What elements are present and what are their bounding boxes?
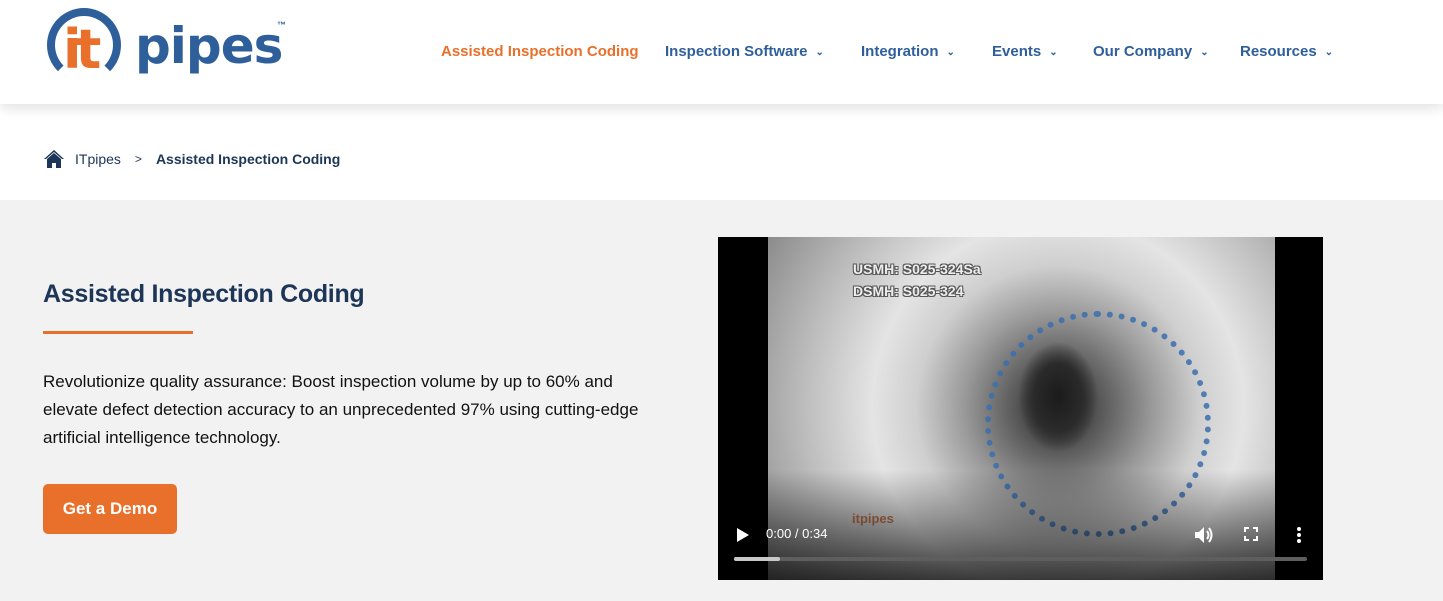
logo-wordmark: pipes — [135, 17, 283, 75]
video-progress-bar[interactable] — [734, 557, 1307, 561]
nav-label: Assisted Inspection Coding — [441, 43, 639, 60]
video-overlay-dsmh: DSMH: S025-324 — [853, 283, 964, 299]
video-player[interactable]: USMH: S025-324Sa DSMH: S025-324 itpipes … — [718, 237, 1323, 580]
volume-icon[interactable] — [1194, 526, 1214, 544]
home-icon[interactable] — [43, 149, 65, 169]
breadcrumb-section: ITpipes > Assisted Inspection Coding — [0, 104, 1443, 200]
video-time: 0:00 / 0:34 — [766, 526, 828, 541]
get-demo-button[interactable]: Get a Demo — [43, 484, 177, 534]
nav-label: Integration — [861, 43, 939, 60]
hero-section: Assisted Inspection Coding Revolutionize… — [0, 200, 1443, 601]
title-underline — [43, 331, 193, 334]
chevron-down-icon: ⌄ — [1324, 47, 1334, 58]
breadcrumb-current: Assisted Inspection Coding — [155, 151, 341, 167]
chevron-down-icon: ⌄ — [946, 47, 955, 58]
nav-label: Events — [992, 43, 1042, 60]
breadcrumb: ITpipes > Assisted Inspection Coding — [43, 148, 340, 170]
chevron-down-icon: ⌄ — [815, 47, 824, 58]
nav-label: Inspection Software — [665, 43, 808, 60]
nav-assisted-inspection-coding[interactable]: Assisted Inspection Coding — [441, 41, 639, 63]
play-icon[interactable] — [736, 527, 750, 543]
breadcrumb-separator: > — [134, 152, 142, 166]
nav-events[interactable]: Events ⌄ — [992, 41, 1058, 65]
more-options-icon[interactable] — [1296, 526, 1302, 544]
video-buffered-fill — [734, 557, 780, 561]
page-title: Assisted Inspection Coding — [43, 280, 365, 308]
breadcrumb-home-link[interactable]: ITpipes — [75, 151, 121, 167]
nav-inspection-software[interactable]: Inspection Software ⌄ — [665, 41, 824, 65]
logo-mark: it — [63, 18, 101, 81]
trademark-symbol: ™ — [277, 20, 286, 30]
nav-resources[interactable]: Resources ⌄ — [1240, 41, 1333, 65]
site-header: it pipes ™ Assisted Inspection Coding In… — [0, 0, 1443, 104]
nav-our-company[interactable]: Our Company ⌄ — [1093, 41, 1209, 65]
nav-label: Our Company — [1093, 43, 1193, 60]
video-controls: 0:00 / 0:34 — [718, 510, 1323, 580]
nav-label: Resources — [1240, 43, 1317, 60]
video-overlay-usmh: USMH: S025-324Sa — [853, 261, 981, 277]
itpipes-logo[interactable]: it pipes ™ — [47, 8, 297, 84]
hero-description: Revolutionize quality assurance: Boost i… — [43, 372, 639, 447]
chevron-down-icon: ⌄ — [1200, 47, 1209, 58]
nav-integration[interactable]: Integration ⌄ — [861, 41, 955, 65]
fullscreen-icon[interactable] — [1244, 527, 1258, 541]
chevron-down-icon: ⌄ — [1049, 47, 1058, 58]
